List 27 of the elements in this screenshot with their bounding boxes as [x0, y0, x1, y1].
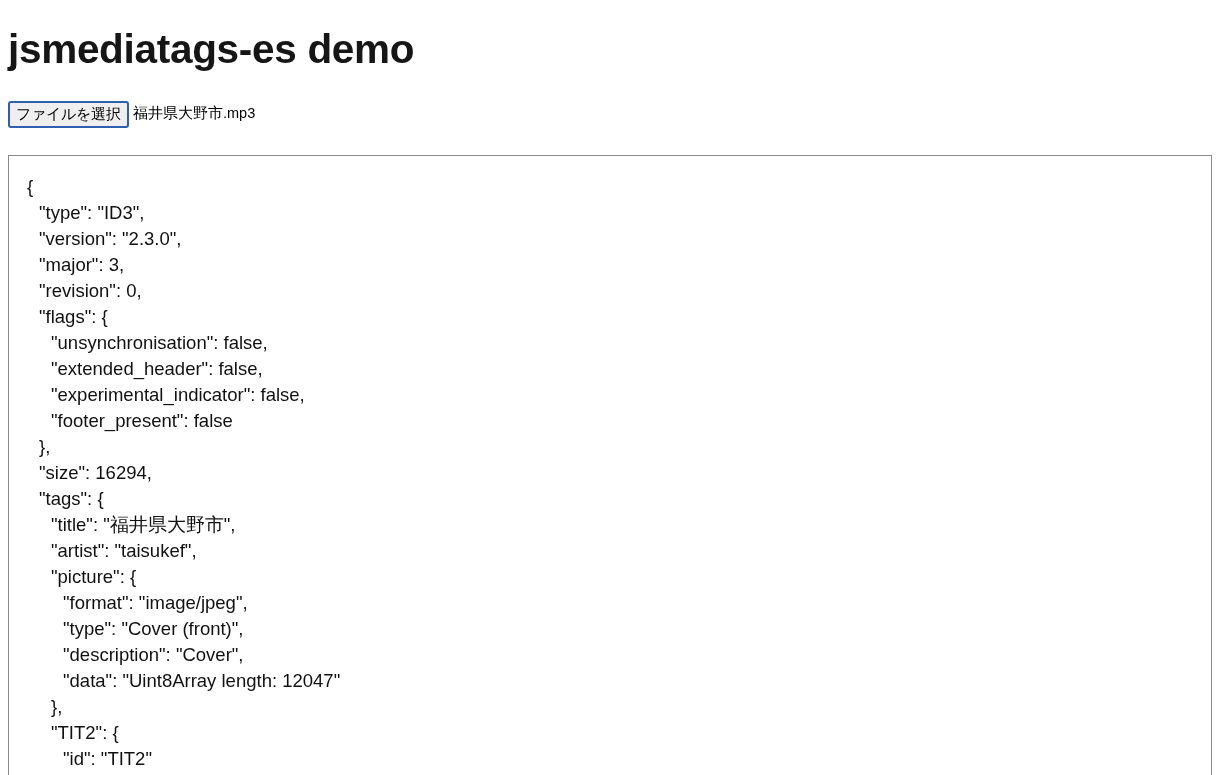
code-line: "extended_header": false, — [51, 356, 263, 382]
code-line: "artist": "taisukef", — [51, 538, 197, 563]
code-line: "revision": 0, — [39, 278, 142, 303]
output-textarea[interactable] — [8, 154, 1212, 775]
file-name: 福井県大野市.mp3 — [133, 104, 256, 124]
code-line: "tags": { — [39, 486, 104, 511]
choose-file-button[interactable]: ファイルを選択 — [8, 100, 129, 128]
code-line: "unsynchronisation": false, — [51, 330, 268, 355]
code-line: { — [27, 174, 34, 199]
code-line: "size": 16294, — [39, 460, 152, 485]
code-line: "experimental_indicator": false, — [51, 382, 305, 408]
code-line: }, — [39, 434, 51, 459]
code-line: "version": "2.3.0", — [39, 226, 182, 251]
code-line: "footer_present": false — [51, 408, 233, 434]
code-line: "format": "image/jpeg", — [63, 590, 248, 615]
code-line: "picture": { — [51, 564, 137, 589]
code-line: "description": "Cover", — [63, 642, 244, 667]
page-heading: jsmediatags-es demo — [8, 25, 415, 74]
code-line: "type": "ID3", — [39, 200, 145, 225]
code-line: "TIT2": { — [51, 720, 119, 745]
code-line: }, — [51, 694, 63, 719]
code-line: "major": 3, — [39, 252, 125, 277]
code-line: "flags": { — [39, 304, 108, 329]
code-line: "id": "TIT2" — [63, 746, 152, 771]
code-line: "type": "Cover (front)", — [63, 616, 244, 641]
code-line: "title": "福井県大野市", — [51, 512, 236, 537]
code-line: "data": "Uint8Array length: 12047" — [63, 668, 341, 693]
